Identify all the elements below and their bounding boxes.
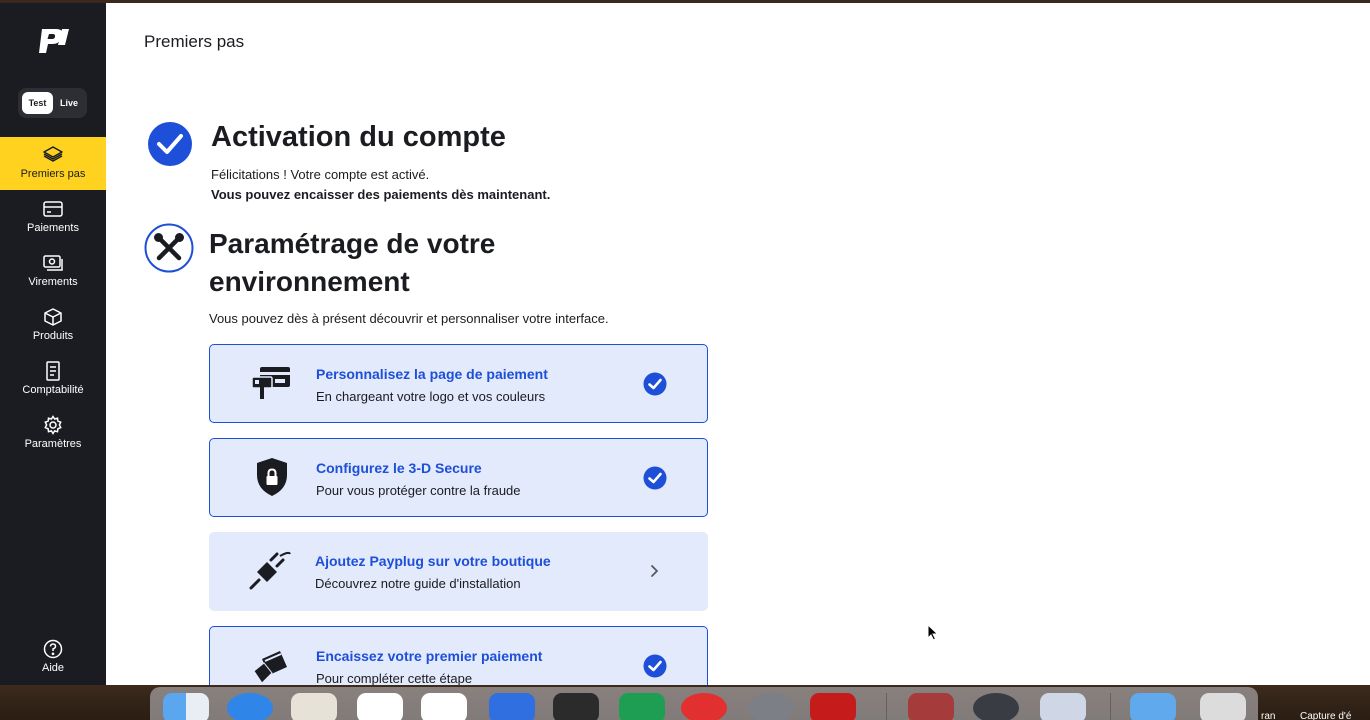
plug-icon [249, 551, 291, 590]
nav-label: Paramètres [24, 438, 82, 450]
card-subtitle: En chargeant votre logo et vos couleurs [316, 389, 546, 404]
nav-label: Paiements [27, 222, 79, 234]
mode-toggle[interactable]: Test Live [18, 88, 87, 118]
payplug-logo [39, 29, 69, 53]
app-icon[interactable] [681, 693, 727, 720]
activation-text: Félicitations ! Votre compte est activé. [211, 167, 430, 182]
setup-subtitle: Vous pouvez dès à présent découvrir et p… [209, 311, 609, 326]
google-sheets-icon[interactable] [619, 693, 665, 720]
check-circle-icon [643, 466, 667, 490]
launchpad-icon[interactable] [291, 693, 337, 720]
nav-item-comptabilite[interactable]: Comptabilité [0, 353, 106, 406]
setup-title: Paramétrage de votre environnement [209, 228, 496, 297]
macos-dock: ran Capture d'é [0, 685, 1370, 720]
safari-icon[interactable] [227, 693, 273, 720]
main-content: Premiers pas Activation du compte Félici… [106, 3, 1370, 705]
app-icon[interactable] [973, 693, 1019, 720]
app-icon[interactable] [908, 693, 954, 720]
gear-icon [44, 415, 62, 435]
payment-page-brush-icon [251, 367, 290, 399]
nav-item-premiers-pas[interactable]: Premiers pas [0, 137, 106, 190]
app-window: Test Live Premiers pas Paiements Viremen… [0, 3, 1370, 705]
dock-separator [1110, 693, 1111, 720]
card-hand-icon [253, 651, 287, 684]
trash-icon[interactable] [1200, 693, 1246, 720]
activation-title: Activation du compte [211, 121, 506, 153]
receipt-icon [46, 361, 60, 381]
card-title: Configurez le 3-D Secure [316, 460, 482, 476]
chevron-right-icon [651, 565, 658, 577]
filezilla-icon[interactable] [810, 693, 856, 720]
folder-icon[interactable] [1130, 693, 1176, 720]
nav-label: Virements [28, 276, 78, 288]
card-payment-page[interactable]: Personnalisez la page de paiement En cha… [209, 344, 708, 423]
activation-text-bold: Vous pouvez encaisser des paiements dès … [211, 187, 551, 202]
sublime-text-icon[interactable] [553, 693, 599, 720]
check-circle-icon [643, 654, 667, 678]
chrome-icon[interactable] [421, 693, 467, 720]
tools-icon [144, 223, 194, 273]
package-icon [44, 308, 62, 326]
nav-label: Comptabilité [22, 384, 84, 396]
mouse-cursor-icon [927, 624, 939, 641]
shield-lock-icon [257, 458, 287, 496]
nav-label: Produits [32, 330, 74, 342]
sidebar: Test Live Premiers pas Paiements Viremen… [0, 3, 106, 685]
card-add-payplug[interactable]: Ajoutez Payplug sur votre boutique Décou… [209, 532, 708, 611]
nav-item-produits[interactable]: Produits [0, 299, 106, 352]
finder-icon[interactable] [163, 693, 209, 720]
card-title: Encaissez votre premier paiement [316, 648, 543, 664]
system-preferences-icon[interactable] [748, 693, 794, 720]
card-title: Ajoutez Payplug sur votre boutique [315, 553, 551, 569]
check-circle-icon [643, 372, 667, 396]
page-title: Premiers pas [144, 32, 245, 51]
app-icon[interactable] [1040, 693, 1086, 720]
money-transfer-icon [43, 255, 63, 271]
nav-item-aide[interactable]: Aide [0, 631, 106, 684]
google-docs-icon[interactable] [489, 693, 535, 720]
nav-item-parametres[interactable]: Paramètres [0, 407, 106, 460]
card-title: Personnalisez la page de paiement [316, 366, 548, 382]
mode-live-option[interactable]: Live [56, 92, 82, 114]
layers-icon [43, 146, 63, 162]
check-circle-icon [148, 122, 192, 166]
question-circle-icon [43, 639, 63, 659]
card-subtitle: Pour vous protéger contre la fraude [316, 483, 521, 498]
card-subtitle: Pour compléter cette étape [316, 671, 473, 686]
credit-card-icon [43, 201, 63, 217]
nav-label: Aide [41, 662, 65, 674]
nav-item-virements[interactable]: Virements [0, 245, 106, 298]
mode-test-option[interactable]: Test [22, 92, 53, 114]
nav-item-paiements[interactable]: Paiements [0, 191, 106, 244]
desktop-label: Capture d'é [1300, 711, 1352, 720]
card-subtitle: Découvrez notre guide d'installation [315, 576, 521, 591]
card-3d-secure[interactable]: Configurez le 3-D Secure Pour vous proté… [209, 438, 708, 517]
slack-icon[interactable] [357, 693, 403, 720]
dock-separator [886, 693, 887, 720]
desktop-label: ran [1261, 711, 1276, 720]
nav-label: Premiers pas [20, 168, 86, 180]
